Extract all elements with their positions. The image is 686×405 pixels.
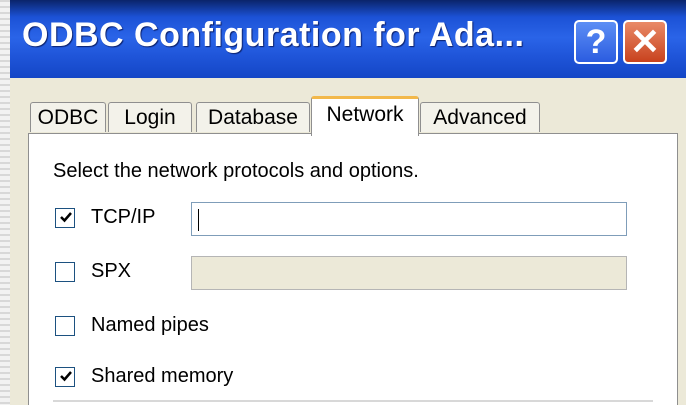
help-button[interactable]: ? bbox=[574, 20, 618, 64]
divider bbox=[53, 400, 653, 402]
spx-checkbox[interactable] bbox=[55, 262, 75, 282]
shared-memory-label: Shared memory bbox=[91, 365, 234, 387]
close-button[interactable]: ✕ bbox=[623, 20, 667, 64]
text-cursor bbox=[198, 209, 199, 231]
tcpip-checkbox[interactable] bbox=[55, 208, 75, 228]
spx-options-input bbox=[191, 256, 627, 290]
dialog-body: ODBC Login Database Network Advanced Sel… bbox=[10, 78, 686, 405]
network-tab-panel: Select the network protocols and options… bbox=[28, 133, 678, 405]
network-instructions: Select the network protocols and options… bbox=[53, 160, 419, 182]
shared-memory-checkbox[interactable] bbox=[55, 367, 75, 387]
named-pipes-label: Named pipes bbox=[91, 314, 209, 336]
spx-label: SPX bbox=[91, 260, 132, 282]
tab-database[interactable]: Database bbox=[196, 102, 310, 132]
check-icon bbox=[60, 212, 72, 223]
close-icon: ✕ bbox=[629, 21, 661, 62]
tcpip-options-input[interactable] bbox=[191, 202, 627, 236]
help-icon: ? bbox=[585, 22, 607, 61]
tab-network[interactable]: Network bbox=[311, 96, 419, 136]
tab-advanced[interactable]: Advanced bbox=[420, 102, 540, 132]
spx-option: SPX bbox=[55, 256, 655, 290]
background-window-edge bbox=[0, 0, 10, 405]
named-pipes-checkbox[interactable] bbox=[55, 316, 75, 336]
tab-login[interactable]: Login bbox=[108, 102, 192, 132]
tcpip-option: TCP/IP bbox=[55, 202, 655, 236]
title-bar[interactable]: ODBC Configuration for Ada... ? ✕ bbox=[10, 0, 686, 78]
tab-odbc[interactable]: ODBC bbox=[30, 102, 106, 132]
check-icon bbox=[60, 371, 72, 382]
window-title: ODBC Configuration for Ada... bbox=[22, 16, 525, 54]
tcpip-label: TCP/IP bbox=[91, 206, 156, 228]
